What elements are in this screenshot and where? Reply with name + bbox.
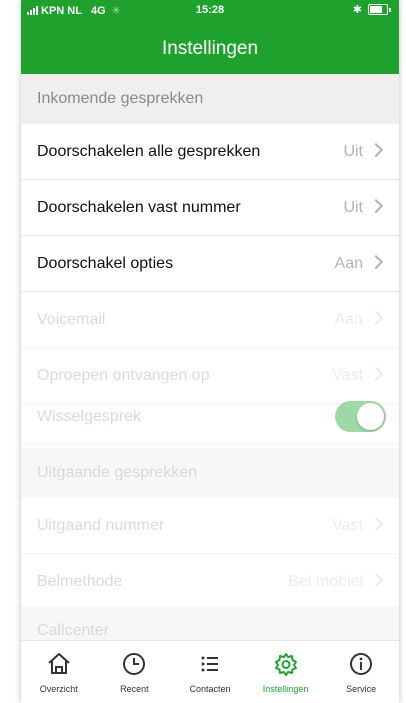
row-call-waiting: Wisselgesprek: [21, 389, 399, 445]
row-label: Uitgaand nummer: [37, 517, 165, 534]
row-value: Aan: [334, 311, 363, 328]
section-header-outgoing: Uitgaande gesprekken: [21, 448, 399, 498]
tab-recent[interactable]: Recent: [97, 641, 173, 703]
row-value: Bel mobiel: [288, 573, 363, 590]
chevron-right-icon: [368, 310, 384, 326]
page-title: Instellingen: [161, 38, 259, 59]
tab-bar: Overzicht Recent Contacten Instellingen: [21, 640, 399, 703]
chevron-right-icon: [368, 198, 384, 214]
row-label: Doorschakelen alle gesprekken: [37, 143, 261, 160]
row-outgoing-number: Uitgaand nummer Vast: [21, 498, 399, 554]
row-value: Vast: [332, 517, 363, 534]
row-label: Doorschakel opties: [37, 255, 174, 272]
row-forward-all[interactable]: Doorschakelen alle gesprekken Uit: [21, 124, 399, 180]
tab-label: Contacten: [189, 684, 231, 694]
phone-screen: KPN NL 4G ✳ 15:28 ✱ Instellingen Inkomen…: [21, 0, 399, 703]
tab-service[interactable]: Service: [323, 641, 399, 703]
row-label: Wisselgesprek: [37, 408, 142, 425]
chevron-right-icon: [368, 516, 384, 532]
row-call-method: Belmethode Bel mobiel: [21, 554, 399, 610]
battery-icon: [368, 4, 388, 15]
tab-label: Recent: [120, 684, 149, 694]
row-label: Doorschakelen vast nummer: [37, 199, 241, 216]
clock-icon: [123, 653, 146, 675]
row-forward-fixed[interactable]: Doorschakelen vast nummer Uit: [21, 180, 399, 236]
tab-label: Service: [346, 684, 377, 694]
tab-contacten[interactable]: Contacten: [172, 641, 248, 703]
tab-instellingen[interactable]: Instellingen: [248, 641, 324, 703]
chevron-right-icon: [368, 254, 384, 270]
info-icon: [350, 653, 373, 675]
status-bar: KPN NL 4G ✳ 15:28 ✱: [21, 0, 399, 20]
toggle-knob: [357, 403, 384, 430]
row-forward-options[interactable]: Doorschakel opties Aan: [21, 236, 399, 292]
app-header: KPN NL 4G ✳ 15:28 ✱ Instellingen: [21, 0, 399, 74]
chevron-right-icon: [368, 572, 384, 588]
row-value: Uit: [343, 199, 363, 216]
row-label: Belmethode: [37, 573, 123, 590]
row-voicemail: Voicemail Aan: [21, 292, 399, 348]
call-waiting-toggle[interactable]: [335, 401, 386, 432]
home-icon: [48, 653, 70, 674]
status-time: 15:28: [195, 4, 225, 16]
bluetooth-icon: ✱: [352, 4, 362, 16]
chevron-right-icon: [368, 366, 384, 382]
tab-label: Instellingen: [262, 684, 309, 694]
row-label: Voicemail: [37, 311, 106, 328]
row-value: Aan: [334, 255, 363, 272]
chevron-right-icon: [368, 142, 384, 158]
list-icon: [201, 656, 218, 672]
row-value: Uit: [343, 143, 363, 160]
section-header-incoming: Inkomende gesprekken: [21, 74, 399, 124]
tab-label: Overzicht: [39, 684, 78, 694]
tab-overzicht[interactable]: Overzicht: [21, 641, 97, 703]
gear-icon: [274, 653, 297, 676]
